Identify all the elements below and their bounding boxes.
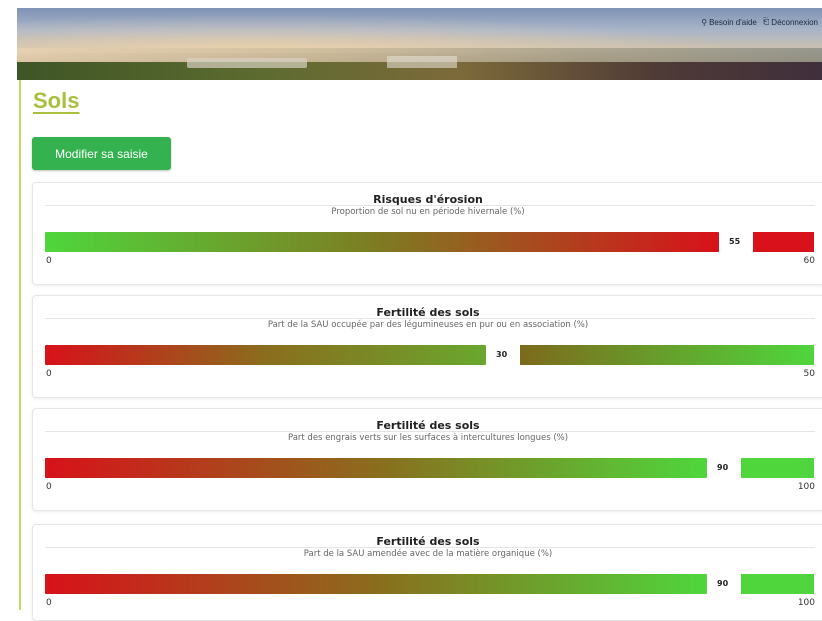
gauge-bar-filled	[45, 458, 707, 478]
gauge-value-label: 55	[729, 237, 741, 246]
gauge-bar-remaining	[520, 345, 814, 365]
help-label: Besoin d'aide	[709, 17, 757, 27]
indicator-card: Fertilité des sols Part des engrais verts…	[32, 408, 822, 511]
gauge-bar-filled	[45, 574, 707, 594]
gauge-bar-remaining	[741, 574, 814, 594]
indicator-title: Fertilité des sols	[376, 535, 480, 548]
gauge-max-label: 50	[803, 369, 815, 379]
gauge-min-label: 0	[46, 482, 52, 492]
banner-sky	[17, 8, 822, 53]
logout-label: Déconnexion	[771, 17, 818, 27]
gauge-bar-remaining	[753, 232, 814, 252]
logout-link[interactable]: ⎗ Déconnexion	[763, 17, 818, 27]
gauge-value-label: 90	[717, 463, 729, 472]
gauge-min-label: 0	[46, 598, 52, 608]
gauge-bar-filled	[45, 232, 719, 252]
gauge-min-label: 0	[46, 256, 52, 266]
gauge-max-label: 60	[803, 256, 815, 266]
indicator-subtitle: Part des engrais verts sur les surfaces …	[287, 433, 569, 443]
gauge-value-label: 30	[496, 350, 508, 359]
indicator-title: Risques d'érosion	[373, 193, 483, 206]
page-title: Sols	[33, 88, 80, 113]
indicator-card: Risques d'érosion Proportion de sol nu en…	[32, 182, 822, 285]
indicator-card: Fertilité des sols Part de la SAU amendée…	[32, 524, 822, 621]
indicator-card: Fertilité des sols Part de la SAU occupée…	[32, 295, 822, 398]
logout-icon: ⎗	[762, 17, 770, 26]
banner-village	[187, 58, 307, 68]
edit-entry-button[interactable]: Modifier sa saisie	[32, 137, 171, 170]
help-link[interactable]: ⚲ Besoin d'aide	[701, 18, 757, 27]
gauge-bar-filled	[45, 345, 486, 365]
gauge-max-label: 100	[797, 482, 815, 492]
top-navigation: ⚲ Besoin d'aide ⎗ Déconnexion	[701, 17, 818, 27]
banner-village-2	[387, 56, 457, 68]
indicator-title: Fertilité des sols	[376, 306, 480, 319]
indicator-title: Fertilité des sols	[376, 419, 480, 432]
gauge-bar-remaining	[741, 458, 814, 478]
gauge-value-label: 90	[717, 579, 729, 588]
header-banner: ⚲ Besoin d'aide ⎗ Déconnexion	[17, 8, 822, 80]
section-accent-line	[19, 80, 21, 610]
gauge-min-label: 0	[46, 369, 52, 379]
indicator-subtitle: Part de la SAU occupée par des légumineu…	[267, 320, 589, 330]
help-icon: ⚲	[701, 17, 708, 27]
indicator-subtitle: Part de la SAU amendée avec de la matièr…	[303, 549, 553, 559]
gauge-max-label: 100	[797, 598, 815, 608]
indicator-subtitle: Proportion de sol nu en période hivernal…	[331, 207, 525, 217]
